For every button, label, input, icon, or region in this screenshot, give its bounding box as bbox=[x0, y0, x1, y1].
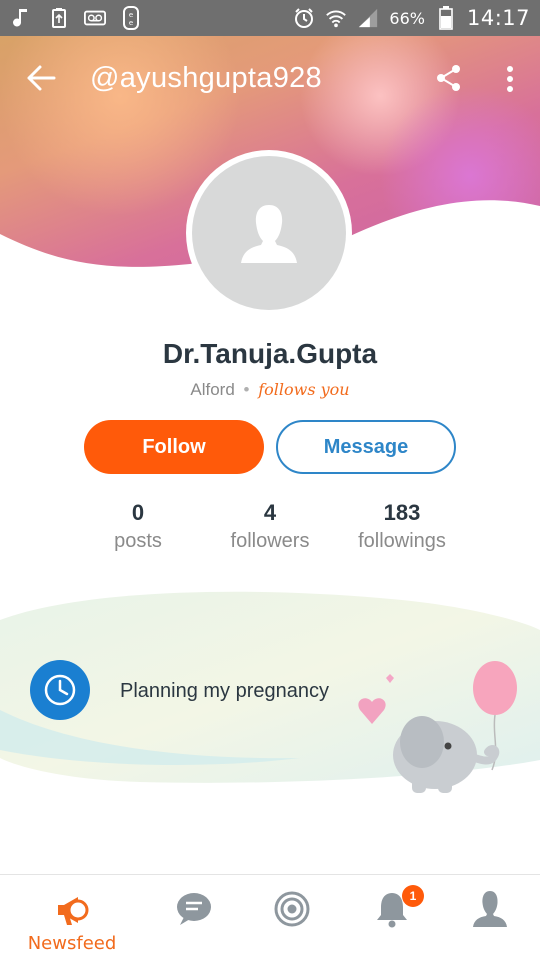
stat-followers[interactable]: 4 followers bbox=[200, 500, 340, 553]
back-button[interactable] bbox=[26, 64, 58, 92]
alarm-icon bbox=[293, 7, 315, 29]
profile-username: @ayushgupta928 bbox=[90, 62, 322, 94]
stat-posts[interactable]: 0 posts bbox=[68, 500, 208, 553]
follow-button[interactable]: Follow bbox=[84, 420, 264, 474]
profile-meta: Alford • follows you bbox=[0, 380, 540, 400]
stat-label: followings bbox=[358, 530, 446, 552]
bottom-navigation: Newsfeed 1 bbox=[0, 874, 540, 960]
stat-value: 4 bbox=[263, 500, 277, 525]
avatar-placeholder bbox=[192, 156, 346, 310]
signal-icon bbox=[357, 7, 379, 29]
arrow-left-icon bbox=[27, 65, 56, 91]
pregnancy-status-text: Planning my pregnancy bbox=[120, 680, 330, 702]
nav-profile[interactable] bbox=[436, 875, 540, 960]
nav-newsfeed[interactable]: Newsfeed bbox=[18, 875, 126, 960]
pregnancy-status-card[interactable]: Planning my pregnancy bbox=[0, 590, 540, 800]
meta-separator: • bbox=[243, 380, 250, 399]
status-bar: ee 66% 14:17 bbox=[0, 0, 540, 36]
profile-stats: 0 posts 4 followers 183 followings bbox=[0, 500, 540, 560]
nav-target[interactable] bbox=[238, 875, 346, 960]
battery-percent: 66% bbox=[389, 8, 425, 28]
ee-icon: ee bbox=[120, 6, 142, 30]
target-icon bbox=[272, 889, 312, 929]
share-button[interactable] bbox=[436, 64, 462, 92]
top-bar: @ayushgupta928 bbox=[0, 36, 540, 120]
wifi-icon bbox=[325, 7, 347, 29]
follows-you-label: follows you bbox=[258, 380, 350, 399]
megaphone-icon bbox=[52, 889, 92, 929]
stat-followings[interactable]: 183 followings bbox=[332, 500, 472, 553]
recycle-icon bbox=[48, 7, 70, 29]
nav-notifications[interactable]: 1 bbox=[338, 875, 446, 960]
stat-value: 183 bbox=[383, 500, 421, 525]
more-vertical-icon bbox=[507, 66, 513, 92]
nav-label: Newsfeed bbox=[27, 933, 117, 954]
notification-badge: 1 bbox=[402, 885, 424, 907]
stat-label: posts bbox=[114, 530, 162, 552]
battery-icon bbox=[435, 6, 457, 30]
status-time: 14:17 bbox=[466, 6, 530, 30]
svg-text:e: e bbox=[129, 19, 133, 27]
profile-name: Dr.Tanuja.Gupta bbox=[162, 338, 378, 369]
stat-label: followers bbox=[230, 530, 310, 552]
voicemail-icon bbox=[84, 7, 106, 29]
profile-icon bbox=[470, 889, 510, 929]
person-silhouette-icon bbox=[241, 205, 297, 263]
message-button[interactable]: Message bbox=[276, 420, 456, 474]
chat-icon bbox=[174, 889, 214, 929]
nav-chat[interactable] bbox=[140, 875, 248, 960]
more-options-button[interactable] bbox=[498, 64, 522, 94]
profile-location: Alford bbox=[190, 380, 235, 399]
share-icon bbox=[437, 65, 460, 91]
stat-value: 0 bbox=[131, 500, 145, 525]
elephant-illustration bbox=[358, 661, 517, 793]
clock-icon bbox=[30, 660, 90, 720]
bell-icon: 1 bbox=[372, 885, 424, 929]
music-note-icon bbox=[12, 7, 34, 29]
avatar[interactable] bbox=[186, 150, 352, 316]
svg-text:e: e bbox=[129, 11, 133, 19]
